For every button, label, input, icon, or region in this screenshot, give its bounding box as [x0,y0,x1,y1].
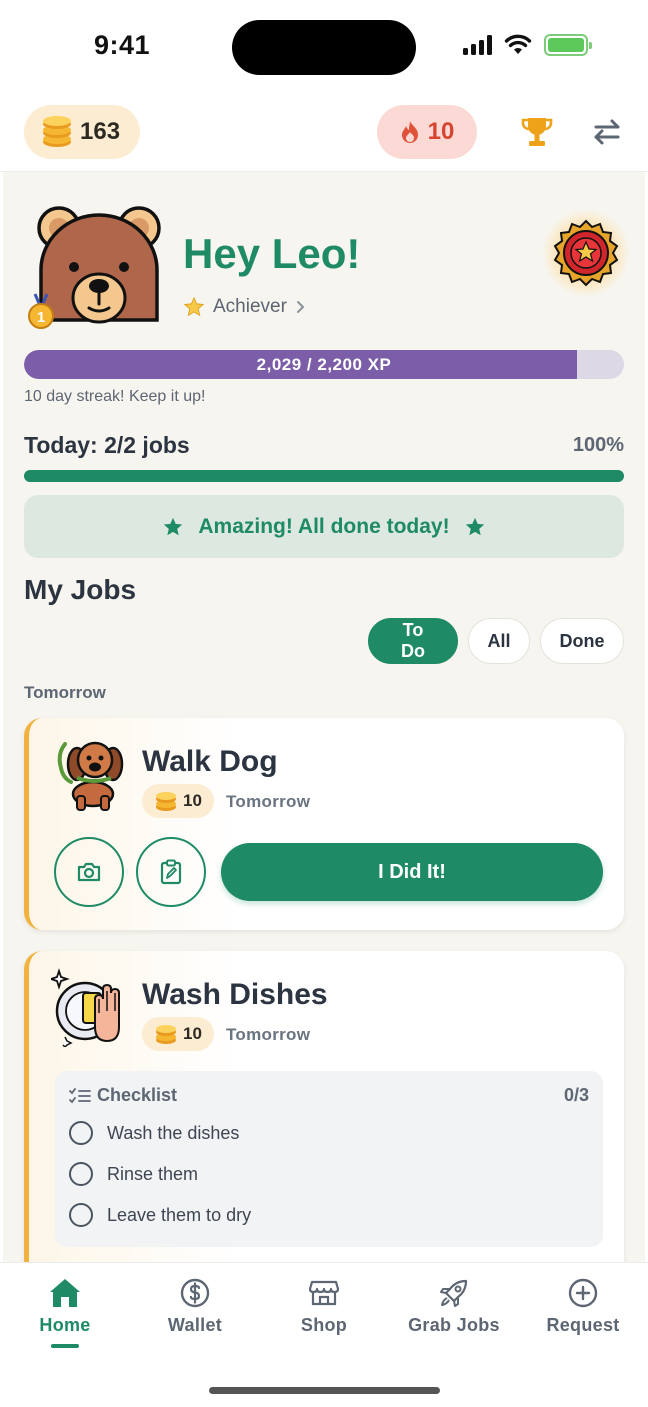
checklist-item[interactable]: Rinse them [69,1162,198,1186]
achievement-badge-icon[interactable] [552,219,620,287]
today-progress-bar [24,470,624,482]
bear-avatar[interactable]: 1 [27,200,167,330]
section-tomorrow: Tomorrow [24,683,106,702]
checkbox[interactable] [69,1203,93,1227]
job-reward-value: 10 [183,1024,202,1043]
plus-circle-icon [568,1278,598,1308]
i-did-it-button[interactable]: I Did It! [221,843,603,901]
home-indicator [209,1387,440,1394]
job-card-walk-dog[interactable]: Walk Dog 10 Tomorrow I Did It! [24,718,624,930]
checklist-item[interactable]: Wash the dishes [69,1121,239,1145]
trophy-icon[interactable] [519,114,555,150]
checklist-item[interactable]: Leave them to dry [69,1203,251,1227]
home-icon [50,1279,80,1307]
store-icon [308,1280,340,1306]
coin-count: 163 [80,118,121,145]
job-title: Walk Dog [142,745,278,778]
coins-icon [43,116,71,147]
nav-request[interactable]: Request [523,1277,643,1336]
clipboard-edit-icon [160,859,182,885]
nav-shop-label: Shop [300,1315,348,1335]
nav-active-indicator [51,1344,79,1348]
checkbox[interactable] [69,1162,93,1186]
filter-done[interactable]: Done [540,618,624,664]
battery-icon [544,34,592,56]
streak-counter[interactable]: 10 [377,105,477,159]
job-reward-value: 10 [183,791,202,810]
wifi-icon [504,34,532,54]
xp-progress-text: 2,029 / 2,200 XP [256,355,392,374]
rank-link[interactable]: Achiever [183,296,307,318]
svg-text:1: 1 [37,309,45,326]
chevron-right-icon [296,301,305,313]
all-done-text: Amazing! All done today! [198,514,450,538]
filter-all[interactable]: All [468,618,530,664]
rocket-icon [440,1279,468,1307]
checklist: Checklist 0/3 Wash the dishes Rinse them… [55,1071,603,1247]
nav-grab-jobs[interactable]: Grab Jobs [394,1277,514,1336]
status-time: 9:41 [94,30,151,60]
dynamic-island [232,20,416,75]
flame-icon [401,121,418,143]
coin-balance[interactable]: 163 [24,105,140,159]
photo-button[interactable] [54,837,124,907]
xp-progress-bar: 2,029 / 2,200 XP [24,350,624,379]
job-reward: 10 [142,784,214,818]
rank-label: Achiever [213,296,287,317]
nav-grab-jobs-label: Grab Jobs [408,1315,500,1335]
checklist-header: Checklist [69,1085,177,1106]
checklist-title: Checklist [97,1085,178,1105]
streak-message: 10 day streak! Keep it up! [24,388,206,405]
top-bar: 163 10 [0,96,648,172]
checklist-icon [69,1087,91,1103]
switch-account-icon[interactable] [590,116,624,148]
checklist-item-label: Wash the dishes [107,1122,240,1143]
coins-icon [156,1025,177,1044]
dog-icon [57,741,124,811]
greeting-title: Hey Leo! [183,230,361,277]
main-content[interactable]: 1 Hey Leo! Achiever 2,029 / 2,200 XP 10 … [3,172,645,1262]
job-due: Tomorrow [226,792,311,811]
job-due: Tomorrow [226,1025,311,1044]
nav-home-label: Home [39,1315,91,1335]
job-filters: To Do All Done [368,618,624,664]
nav-shop[interactable]: Shop [264,1277,384,1336]
all-done-banner: Amazing! All done today! [24,495,624,558]
dollar-circle-icon [180,1278,210,1308]
my-jobs-title: My Jobs [24,574,137,605]
checkbox[interactable] [69,1121,93,1145]
status-bar: 9:41 [0,0,648,96]
checklist-count: 0/3 [563,1085,589,1105]
job-reward: 10 [142,1017,214,1051]
camera-icon [77,862,101,882]
today-progress-fill [24,470,624,482]
star-icon [183,296,205,317]
note-button[interactable] [136,837,206,907]
wash-dishes-icon [51,968,120,1047]
nav-wallet[interactable]: Wallet [135,1277,255,1336]
checklist-item-label: Leave them to dry [107,1204,252,1225]
job-card-wash-dishes[interactable]: Wash Dishes 10 Tomorrow Checklist 0/3 Wa… [24,951,624,1262]
job-title: Wash Dishes [142,978,328,1011]
nav-request-label: Request [546,1315,620,1335]
star-icon [164,517,183,535]
nav-wallet-label: Wallet [167,1315,223,1335]
filter-to-do[interactable]: To Do [368,618,458,664]
streak-count: 10 [427,118,455,145]
checklist-item-label: Rinse them [107,1163,199,1184]
today-percent: 100% [572,434,624,456]
star-icon [465,517,484,535]
coins-icon [156,792,177,811]
bottom-nav: Home Wallet Shop Grab Jobs Request [0,1262,648,1407]
nav-home[interactable]: Home [5,1277,125,1348]
signal-icon [463,35,492,55]
status-icons [463,34,592,56]
today-jobs-label: Today: 2/2 jobs [24,432,190,458]
